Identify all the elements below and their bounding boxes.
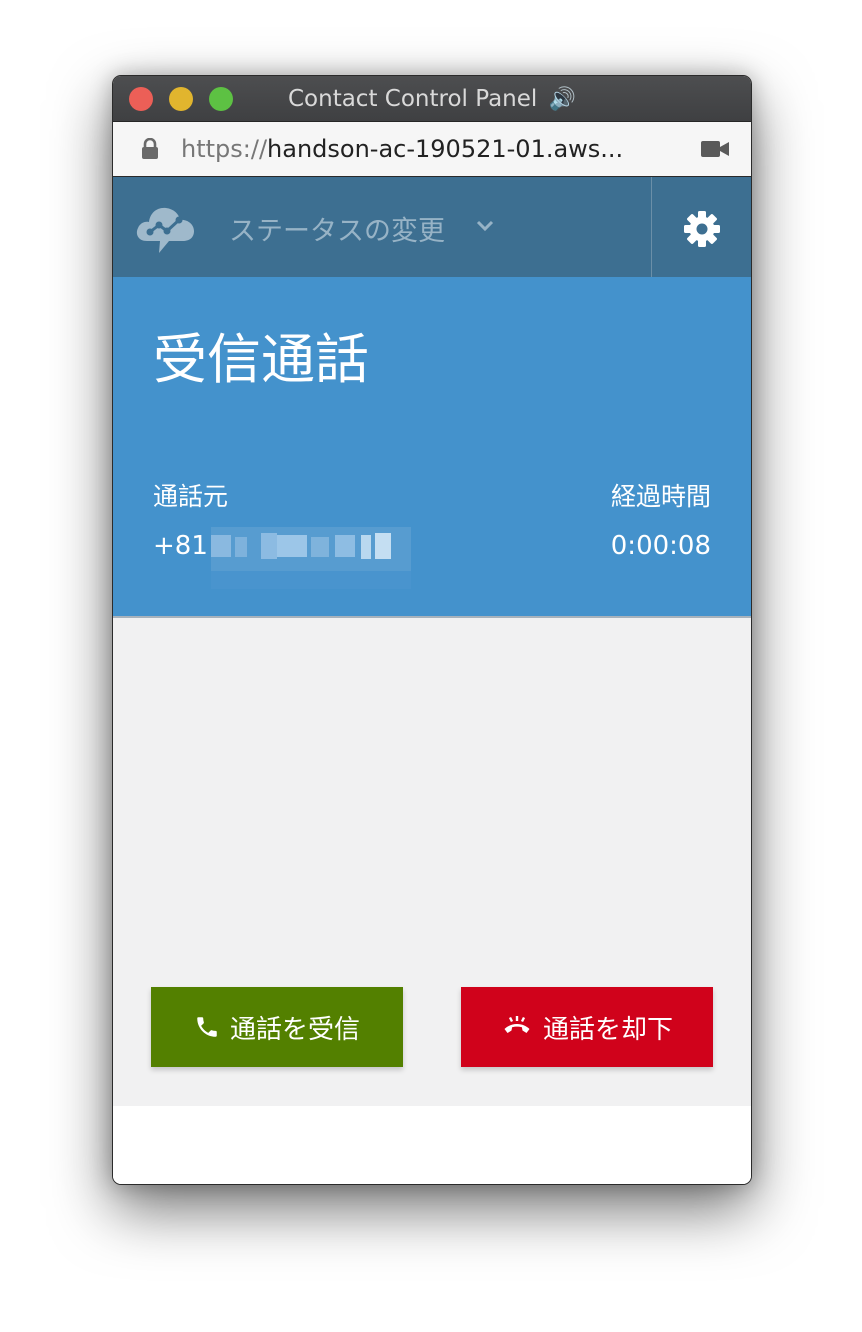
lock-icon xyxy=(142,138,158,159)
caller-number: +81 xyxy=(153,531,208,561)
agent-header: ステータスの変更 xyxy=(113,177,751,277)
window-title: Contact Control Panel 🔊 xyxy=(213,86,651,112)
panel-footer xyxy=(113,1106,751,1184)
url-host: handson-ac-190521-01.aws... xyxy=(267,135,624,163)
status-dropdown[interactable]: ステータスの変更 xyxy=(229,209,445,248)
video-camera-icon[interactable] xyxy=(701,140,729,158)
address-bar[interactable]: https://handson-ac-190521-01.aws... xyxy=(113,122,751,177)
reject-call-button[interactable]: 通話を却下 xyxy=(461,987,713,1067)
url-scheme: https:// xyxy=(181,135,268,163)
speaker-icon: 🔊 xyxy=(548,87,576,112)
browser-window: Contact Control Panel 🔊 https://handson-… xyxy=(112,75,752,1185)
elapsed-label: 経過時間 xyxy=(610,482,711,511)
call-actions-area: 通話を受信 通話を却下 xyxy=(113,618,751,1106)
title-bar: Contact Control Panel 🔊 xyxy=(113,76,751,122)
accept-call-button[interactable]: 通話を受信 xyxy=(151,987,403,1067)
call-heading: 受信通話 xyxy=(153,328,369,391)
url-text: https://handson-ac-190521-01.aws... xyxy=(181,135,623,163)
header-divider xyxy=(651,177,652,277)
minimize-window-button[interactable] xyxy=(169,87,193,111)
window-title-text: Contact Control Panel xyxy=(287,86,538,112)
incoming-call-panel: 受信通話 通話元 経過時間 +81 0:00:08 xyxy=(113,277,751,618)
caller-label: 通話元 xyxy=(153,482,229,511)
reject-call-label: 通話を却下 xyxy=(542,1014,673,1045)
elapsed-time: 0:00:08 xyxy=(610,531,711,561)
chevron-down-icon[interactable] xyxy=(475,219,495,233)
cloud-chat-logo-icon xyxy=(136,207,194,253)
close-window-button[interactable] xyxy=(129,87,153,111)
accept-call-label: 通話を受信 xyxy=(229,1014,360,1045)
phone-icon xyxy=(197,1017,217,1037)
gear-icon[interactable] xyxy=(683,210,721,248)
hang-up-icon xyxy=(504,1016,530,1033)
redacted-number xyxy=(211,527,411,589)
